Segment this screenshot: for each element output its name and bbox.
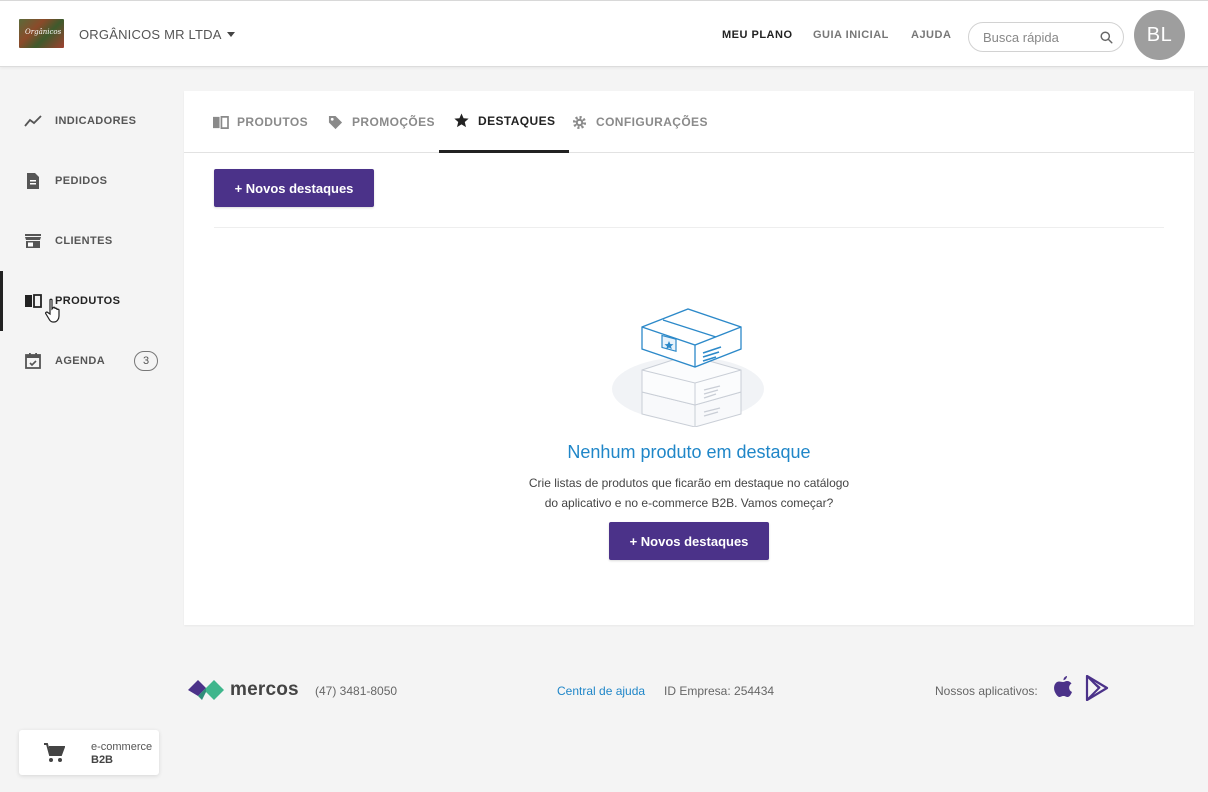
sidebar-item-label: CLIENTES bbox=[55, 235, 113, 247]
apple-icon[interactable] bbox=[1051, 675, 1075, 701]
divider bbox=[214, 227, 1164, 228]
tab-bar: PRODUTOS PROMOÇÕES DESTAQUES CONFIGURAÇÕ… bbox=[184, 91, 1194, 153]
sidebar-item-label: PRODUTOS bbox=[55, 295, 121, 307]
empty-boxes-illustration bbox=[612, 308, 764, 427]
nav-ajuda[interactable]: AJUDA bbox=[911, 29, 951, 41]
calendar-check-icon bbox=[25, 353, 41, 369]
google-play-icon[interactable] bbox=[1085, 675, 1109, 701]
tab-produtos[interactable]: PRODUTOS bbox=[198, 91, 322, 153]
hand-cursor-icon bbox=[45, 298, 60, 323]
search-input[interactable] bbox=[983, 29, 1093, 45]
sidebar-item-label: AGENDA bbox=[55, 355, 106, 367]
tab-label: PROMOÇÕES bbox=[352, 115, 435, 129]
main-card: PRODUTOS PROMOÇÕES DESTAQUES CONFIGURAÇÕ… bbox=[184, 91, 1194, 625]
company-selector[interactable]: ORGÂNICOS MR LTDA bbox=[79, 27, 235, 42]
tag-icon bbox=[328, 115, 343, 129]
caret-down-icon bbox=[226, 32, 235, 37]
empty-state-description: Crie listas de produtos que ficarão em d… bbox=[184, 473, 1194, 513]
book-icon bbox=[25, 294, 42, 308]
help-center-link[interactable]: Central de ajuda bbox=[557, 684, 645, 698]
book-icon bbox=[213, 115, 229, 129]
company-logo-text: Orgânicos bbox=[25, 28, 62, 36]
sidebar-item-pedidos[interactable]: PEDIDOS bbox=[0, 151, 180, 211]
company-logo[interactable]: Orgânicos bbox=[19, 19, 64, 48]
search-icon[interactable] bbox=[1100, 31, 1113, 44]
cart-icon bbox=[44, 743, 65, 762]
ecommerce-b2b-button[interactable]: e-commerce B2B bbox=[19, 730, 159, 775]
sidebar-item-indicadores[interactable]: INDICADORES bbox=[0, 91, 180, 151]
tab-promocoes[interactable]: PROMOÇÕES bbox=[313, 91, 449, 153]
ecommerce-sublabel: B2B bbox=[91, 754, 114, 766]
tab-destaques[interactable]: DESTAQUES bbox=[439, 91, 570, 153]
nav-guia-inicial[interactable]: GUIA INICIAL bbox=[813, 29, 889, 41]
document-icon bbox=[27, 173, 39, 189]
nav-meu-plano[interactable]: MEU PLANO bbox=[722, 29, 793, 41]
empty-state-title: Nenhum produto em destaque bbox=[567, 442, 811, 462]
gear-icon bbox=[572, 115, 587, 129]
tab-label: PRODUTOS bbox=[237, 115, 308, 129]
user-avatar[interactable]: BL bbox=[1134, 10, 1185, 60]
tab-configuracoes[interactable]: CONFIGURAÇÕES bbox=[557, 91, 722, 153]
empty-new-highlights-button[interactable]: + Novos destaques bbox=[609, 522, 769, 560]
quick-search bbox=[968, 22, 1124, 52]
store-icon bbox=[25, 234, 41, 248]
sidebar-item-agenda[interactable]: AGENDA 3 bbox=[0, 331, 180, 391]
tab-label: DESTAQUES bbox=[478, 113, 556, 128]
empty-state-line: Crie listas de produtos que ficarão em d… bbox=[528, 476, 850, 490]
sidebar-item-label: PEDIDOS bbox=[55, 175, 108, 187]
mercos-logo-icon bbox=[188, 680, 224, 700]
footer-phone: (47) 3481-8050 bbox=[315, 684, 398, 698]
chart-line-icon bbox=[24, 115, 42, 127]
sidebar-item-produtos[interactable]: PRODUTOS bbox=[0, 271, 180, 331]
mercos-logo[interactable]: mercos bbox=[188, 678, 299, 702]
ecommerce-label: e-commerce bbox=[91, 741, 153, 753]
sidebar-item-clientes[interactable]: CLIENTES bbox=[0, 211, 180, 271]
new-highlights-button[interactable]: + Novos destaques bbox=[214, 169, 374, 207]
mercos-wordmark: mercos bbox=[230, 679, 299, 700]
company-id: ID Empresa: 254434 bbox=[664, 684, 775, 698]
tab-label: CONFIGURAÇÕES bbox=[596, 115, 708, 129]
agenda-count-badge: 3 bbox=[134, 351, 158, 371]
apps-label: Nossos aplicativos: bbox=[935, 684, 1038, 698]
empty-state-line: do aplicativo e no e-commerce B2B. Vamos… bbox=[544, 496, 834, 510]
company-name: ORGÂNICOS MR LTDA bbox=[79, 27, 222, 42]
star-icon bbox=[454, 113, 469, 128]
top-header: Orgânicos ORGÂNICOS MR LTDA MEU PLANO GU… bbox=[0, 0, 1208, 67]
sidebar-item-label: INDICADORES bbox=[55, 115, 137, 127]
